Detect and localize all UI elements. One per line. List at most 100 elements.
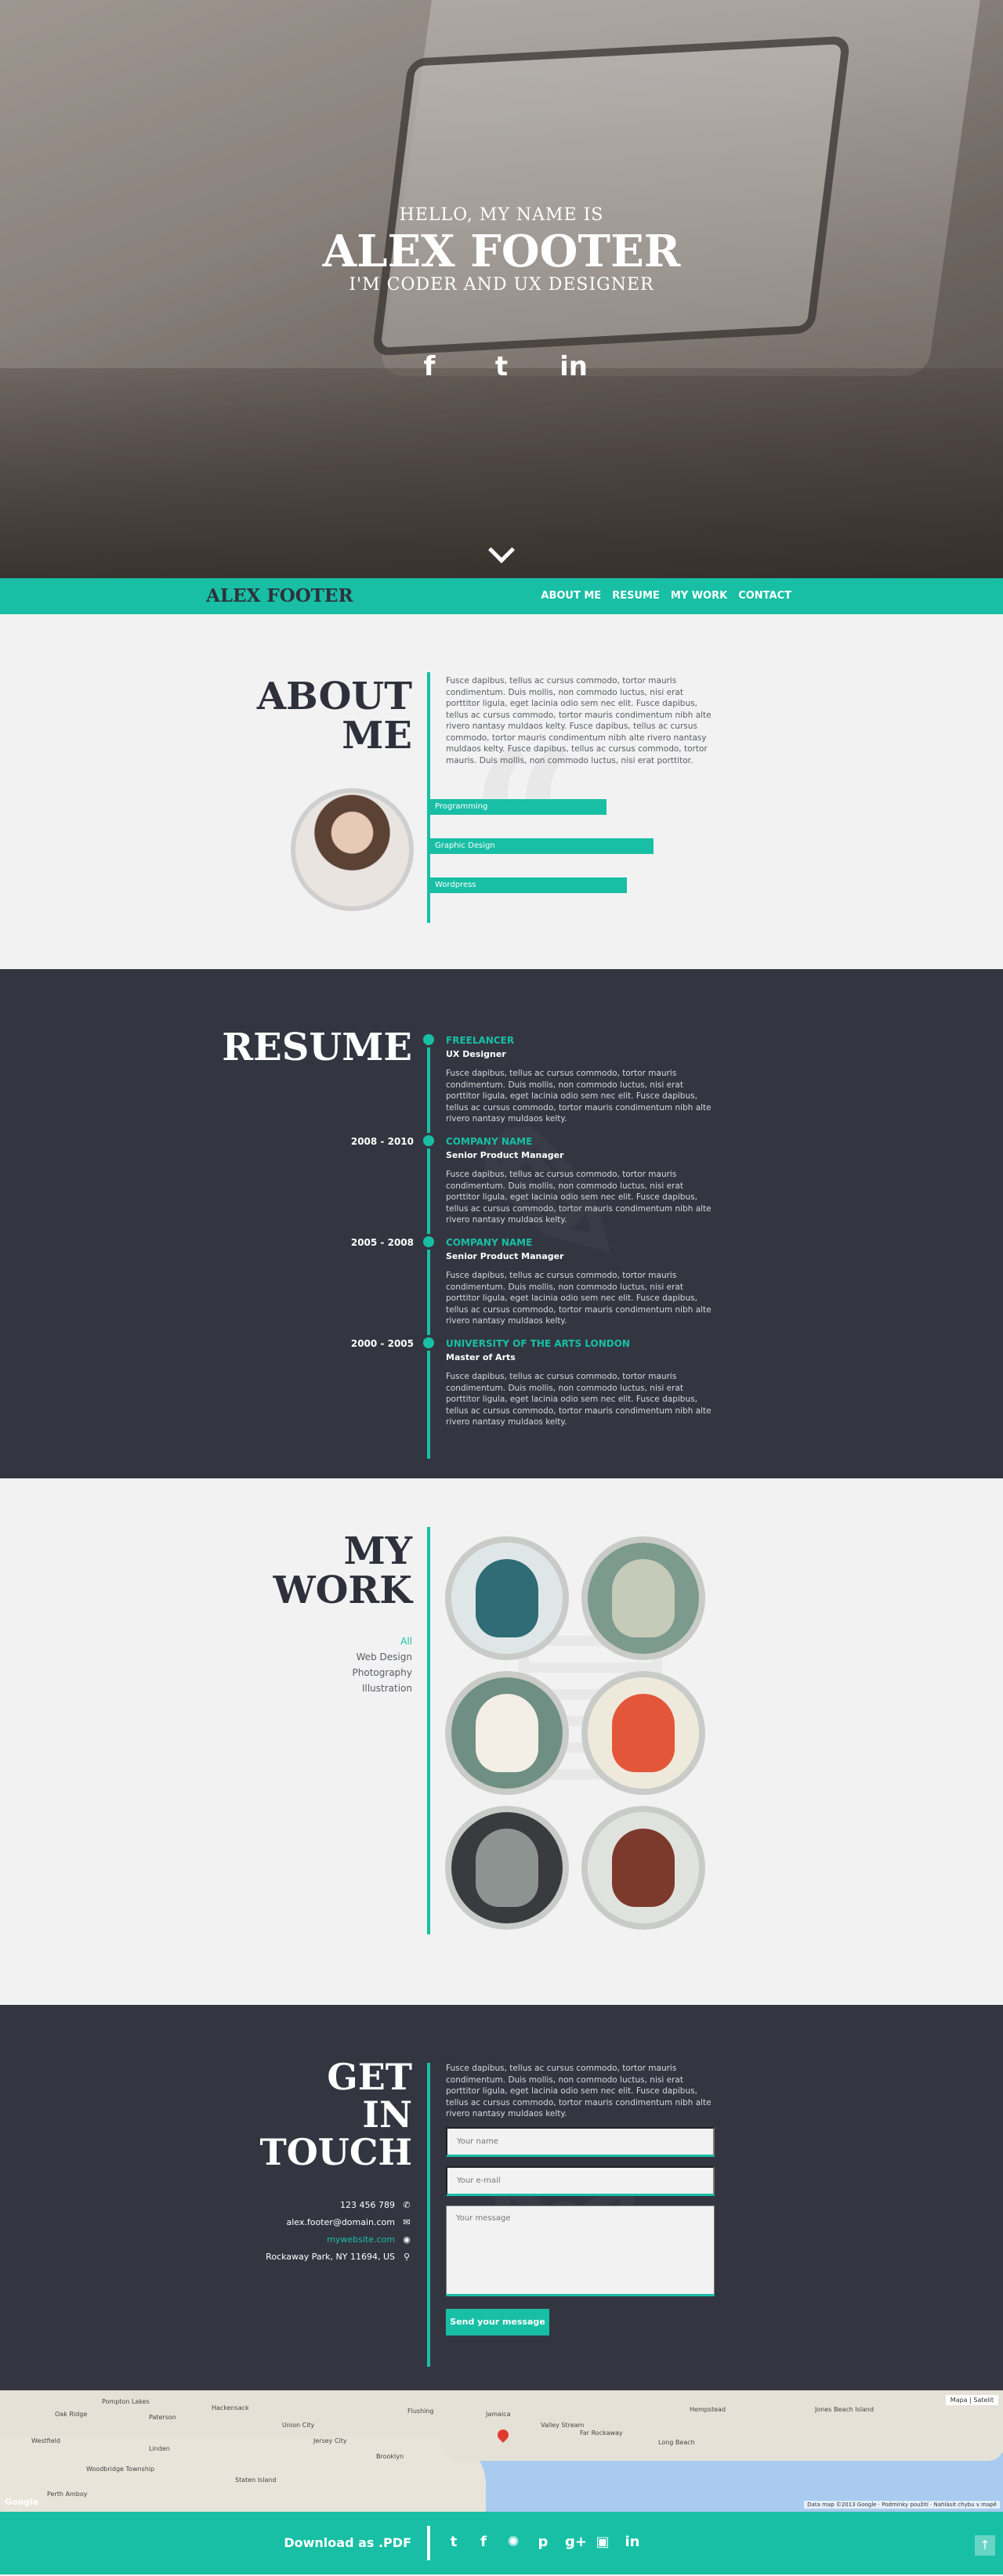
nav-link-resume[interactable]: RESUME — [612, 590, 660, 602]
contact-section: ✉ GET IN TOUCH Fusce dapibus, tellus ac … — [0, 2005, 1003, 2390]
download-pdf-link[interactable]: Download as .PDF — [284, 2535, 411, 2550]
about-text: Fusce dapibus, tellus ac cursus commodo,… — [446, 676, 712, 765]
contact-phone: 123 456 789 ✆ — [340, 2200, 412, 2210]
whale-illustration — [476, 1559, 538, 1637]
message-field[interactable] — [446, 2205, 715, 2296]
email-field[interactable] — [446, 2166, 715, 2196]
main-nav: ALEX FOOTER ABOUT ME RESUME MY WORK CONT… — [0, 578, 1003, 614]
map-type-control[interactable]: Mapa | Satelit — [945, 2395, 998, 2405]
resume-text: Fusce dapibus, tellus ac cursus commodo,… — [446, 1069, 712, 1123]
contact-email: alex.footer@domain.com ✉ — [287, 2217, 413, 2227]
portfolio-thumb-rabbit-illustration[interactable] — [581, 1536, 705, 1660]
resume-company: UNIVERSITY OF THE ARTS LONDON — [446, 1338, 630, 1349]
map-label: Long Beach — [658, 2439, 695, 2446]
map-label: Jones Beach Island — [815, 2406, 874, 2413]
nav-link-work[interactable]: MY WORK — [671, 590, 727, 602]
nav-links: ABOUT ME RESUME MY WORK CONTACT — [541, 590, 791, 602]
hero-intro: HELLO, MY NAME IS ALEX FOOTER I'M CODER … — [0, 205, 1003, 295]
twitter-icon[interactable]: t — [446, 2534, 462, 2550]
portfolio-thumb-whale-illustration[interactable] — [445, 1536, 569, 1660]
cow-illustration — [476, 1694, 538, 1772]
gear-icon — [421, 1133, 436, 1149]
map-pin-icon: ⚲ — [403, 2252, 411, 2262]
map-label: Staten Island — [235, 2477, 277, 2484]
filter-web-design[interactable]: Web Design — [353, 1649, 412, 1665]
map-label: Flushing — [407, 2408, 434, 2415]
hero-greeting: HELLO, MY NAME IS — [399, 205, 604, 225]
googleplus-icon[interactable]: g+ — [565, 2534, 587, 2550]
footer: Download as .PDF t f ✺ p g+ ▣ in ↑ — [0, 2512, 1003, 2574]
map-label: Paterson — [149, 2414, 176, 2421]
portfolio-thumb-donkey-illustration[interactable] — [445, 1806, 569, 1930]
skill-bar-programming: Programming — [430, 799, 607, 815]
map-label: Union City — [282, 2422, 315, 2429]
send-message-button[interactable]: Send your message — [446, 2309, 549, 2335]
map-label: Westfield — [31, 2437, 60, 2444]
dribbble-icon[interactable]: ✺ — [505, 2534, 521, 2550]
resume-heading: RESUME — [222, 1026, 412, 1069]
portfolio-thumb-cow-illustration[interactable] — [445, 1671, 569, 1795]
scroll-top-button[interactable]: ↑ — [975, 2535, 995, 2556]
location-map[interactable]: Oak Ridge Pompton Lakes Paterson Hackens… — [0, 2390, 1003, 2512]
nav-link-contact[interactable]: CONTACT — [738, 590, 791, 602]
map-attribution[interactable]: Data map ©2013 Google · Podmínky použití… — [804, 2501, 1000, 2509]
map-label: Hempstead — [690, 2406, 726, 2413]
resume-section: ✎ RESUME FREELANCER UX Designer Fusce da… — [0, 969, 1003, 1478]
filter-photography[interactable]: Photography — [353, 1665, 412, 1681]
skill-bar-graphic-design: Graphic Design — [430, 838, 654, 854]
map-label: Hackensack — [212, 2404, 249, 2411]
resume-title: UX Designer — [446, 1049, 506, 1059]
work-timeline-line — [427, 1527, 430, 1934]
facebook-icon[interactable]: f — [476, 2534, 491, 2550]
hero-section: HELLO, MY NAME IS ALEX FOOTER I'M CODER … — [0, 0, 1003, 578]
name-field[interactable] — [446, 2127, 715, 2157]
twitter-icon[interactable]: t — [486, 351, 517, 382]
work-filters: All Web Design Photography Illustration — [353, 1634, 412, 1696]
filter-illustration[interactable]: Illustration — [353, 1681, 412, 1696]
portfolio-thumb-meat-illustration[interactable] — [581, 1806, 705, 1930]
resume-dates: 2008 - 2010 — [350, 1136, 414, 1147]
about-section: “ ABOUT ME Fusce dapibus, tellus ac curs… — [0, 614, 1003, 969]
about-heading: ABOUT ME — [256, 675, 412, 758]
map-label: Jamaica — [486, 2411, 511, 2418]
nav-link-about[interactable]: ABOUT ME — [541, 590, 601, 602]
donkey-illustration — [476, 1829, 538, 1907]
instagram-icon[interactable]: ▣ — [595, 2534, 610, 2550]
google-logo: Google — [5, 2497, 39, 2507]
resume-dates: 2005 - 2008 — [350, 1237, 414, 1248]
linkedin-icon[interactable]: in — [625, 2534, 640, 2550]
map-label: Jersey City — [313, 2437, 347, 2444]
pencil-icon — [421, 1032, 436, 1047]
map-label: Perth Amboy — [47, 2491, 88, 2498]
pinterest-icon[interactable]: p — [535, 2534, 551, 2550]
map-label: Far Rockaway — [580, 2429, 623, 2437]
map-label: Pompton Lakes — [102, 2398, 150, 2405]
resume-company: COMPANY NAME — [446, 1237, 533, 1248]
phone-icon: ✆ — [403, 2200, 411, 2210]
facebook-icon[interactable]: f — [414, 351, 445, 382]
contact-address: Rockaway Park, NY 11694, US ⚲ — [266, 2252, 412, 2262]
resume-company: COMPANY NAME — [446, 1136, 533, 1147]
graduation-icon — [421, 1335, 436, 1351]
resume-title: Senior Product Manager — [446, 1251, 564, 1261]
linkedin-icon[interactable]: in — [558, 351, 589, 382]
resume-title: Senior Product Manager — [446, 1150, 564, 1160]
contact-website: mywebsite.com ◉ — [327, 2234, 412, 2245]
nav-brand[interactable]: ALEX FOOTER — [206, 585, 353, 606]
resume-text: Fusce dapibus, tellus ac cursus commodo,… — [446, 1372, 712, 1427]
resume-dates: 2000 - 2005 — [350, 1338, 414, 1349]
filter-all[interactable]: All — [353, 1634, 412, 1649]
resume-company: FREELANCER — [446, 1035, 515, 1046]
hero-role: I'M CODER AND UX DESIGNER — [349, 275, 654, 295]
work-section: ▤ MY WORK All Web Design Photography Ill… — [0, 1478, 1003, 2005]
globe-icon: ◉ — [403, 2234, 411, 2245]
carrot-illustration — [612, 1694, 675, 1772]
rabbit-illustration — [612, 1559, 675, 1637]
hero-name: ALEX FOOTER — [322, 226, 681, 277]
map-label: Linden — [149, 2445, 170, 2452]
resume-text: Fusce dapibus, tellus ac cursus commodo,… — [446, 1271, 712, 1326]
work-heading: MY WORK — [273, 1529, 412, 1612]
portfolio-thumb-carrot-illustration[interactable] — [581, 1671, 705, 1795]
contact-timeline-line — [427, 2063, 430, 2367]
map-label: Oak Ridge — [55, 2411, 88, 2418]
